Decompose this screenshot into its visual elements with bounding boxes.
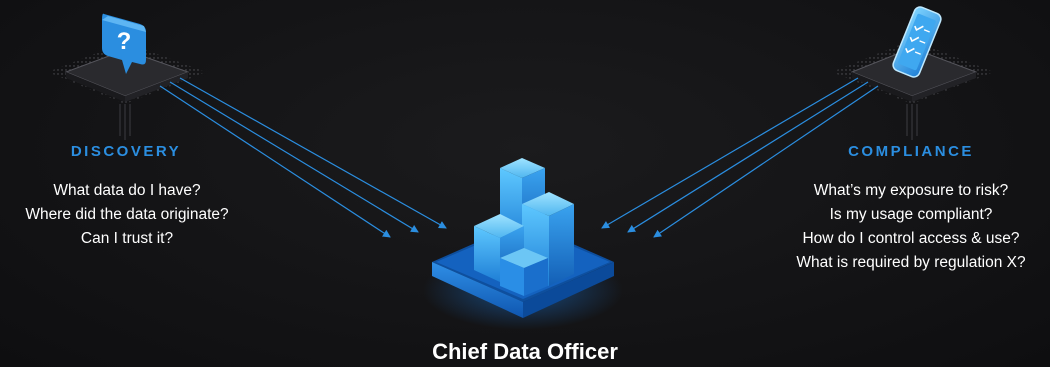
compliance-question: What’s my exposure to risk? [813,182,1009,199]
data-buildings-icon [423,158,623,330]
compliance-question: Is my usage compliant? [829,206,993,223]
chief-data-officer-title: Chief Data Officer [432,339,618,364]
compliance-question: What is required by regulation X? [796,254,1026,271]
discovery-question-list: What data do I have? Where did the data … [2,179,252,251]
discovery-question: What data do I have? [53,182,201,199]
compliance-question-list: What’s my exposure to risk? Is my usage … [773,179,1049,275]
compliance-heading: COMPLIANCE [848,143,974,160]
compliance-question: How do I control access & use? [802,230,1020,247]
discovery-question: Can I trust it? [80,230,174,247]
discovery-heading: DISCOVERY [70,143,182,160]
discovery-question: Where did the data originate? [25,206,229,223]
svg-text:?: ? [117,28,132,55]
